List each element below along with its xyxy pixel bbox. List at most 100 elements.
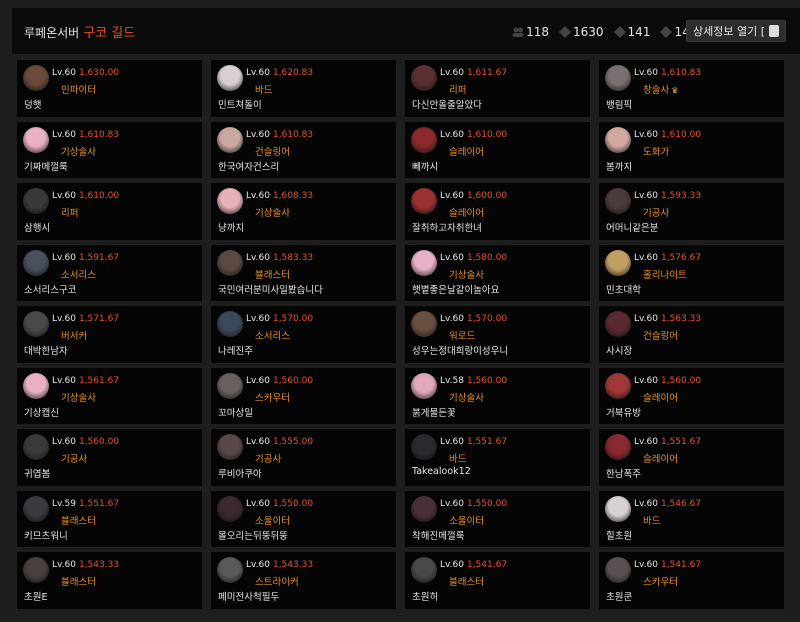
member-class: 블래스터: [449, 577, 484, 588]
member-card[interactable]: Lv.60 1,620.83 바드 민트쳐돌이: [211, 60, 396, 117]
member-card[interactable]: Lv.60 1,571.67 버서커 대박한남자: [17, 306, 202, 363]
member-card[interactable]: Lv.60 1,561.67 기상술사 기상캡신: [17, 367, 202, 424]
rank-icon: [660, 26, 673, 38]
member-card[interactable]: Lv.60 1,600.00 슬레이어 잘취하고자취한녀: [405, 183, 590, 240]
member-card[interactable]: Lv.60 1,591.67 소서리스 소서리스구코: [17, 244, 202, 301]
member-level: Lv.60: [634, 314, 658, 324]
class-line: 바드: [449, 451, 468, 465]
member-card[interactable]: Lv.60 1,551.67 바드 Takealook12: [405, 429, 590, 486]
member-card[interactable]: Lv.58 1,560.00 기상술사 붉게물든꽃: [405, 367, 590, 424]
member-level: Lv.60: [440, 129, 464, 140]
member-level: Lv.60: [246, 437, 270, 447]
class-line: 기상술사: [255, 205, 292, 219]
level-line: Lv.60 1,570.00: [440, 314, 507, 324]
member-card[interactable]: Lv.60 1,583.33 블래스터 국민여러분미사일봤습니다: [211, 244, 396, 301]
member-level: Lv.60: [440, 191, 464, 201]
member-level: Lv.60: [440, 314, 464, 324]
member-card[interactable]: Lv.60 1,610.83 건슬링어 한국여자건스리: [211, 121, 396, 178]
member-card[interactable]: Lv.60 1,576.67 홀리나이트 민초대학: [599, 244, 784, 301]
member-card[interactable]: Lv.60 1,610.83 기상술사 기짜메껄룩: [17, 121, 202, 178]
member-score: 1,610.00: [466, 129, 508, 140]
avatar: [411, 126, 437, 153]
avatar: [605, 434, 631, 460]
member-card[interactable]: Lv.59 1,551.67 블래스터 키므츠워니: [17, 490, 202, 547]
avatar: [605, 372, 631, 399]
class-line: 건슬링어: [643, 328, 680, 342]
member-card[interactable]: Lv.60 1,541.67 스카우터 초원쿤: [599, 552, 784, 609]
member-name: 초원E: [24, 592, 48, 603]
member-score: 1,610.83: [78, 129, 120, 140]
avatar: [605, 65, 631, 91]
member-card[interactable]: Lv.60 1,551.67 슬레이어 한남폭주: [599, 429, 784, 486]
member-level: Lv.60: [246, 191, 270, 201]
member-card[interactable]: Lv.60 1,550.00 소울이터 몰오리는뒤뚱뒤뚱: [211, 490, 396, 547]
member-score: 1,550.00: [272, 498, 314, 509]
avatar: [411, 249, 437, 276]
member-score: 1,551.67: [78, 498, 120, 509]
member-card[interactable]: Lv.60 1,560.00 기공사 귀엽봄: [17, 429, 202, 486]
member-class: 기상술사: [449, 392, 484, 404]
member-level: Lv.60: [440, 560, 464, 570]
member-card[interactable]: Lv.60 1,541.67 블래스터 초원히: [405, 552, 590, 609]
member-class: 건슬링어: [255, 146, 290, 158]
level-line: Lv.60 1,560.00: [52, 437, 119, 447]
avatar: [23, 311, 49, 337]
member-card[interactable]: Lv.60 1,546.67 바드 힐초원: [599, 490, 784, 547]
member-card[interactable]: Lv.60 1,550.00 소울이터 착해진메껄룩: [405, 490, 590, 547]
class-line: 스트라이커: [255, 574, 301, 588]
member-card[interactable]: Lv.60 1,580.00 기상술사 햇볕좋은날같이놀아요: [405, 244, 590, 301]
member-card[interactable]: Lv.60 1,543.33 블래스터 초원E: [17, 552, 202, 609]
member-card[interactable]: Lv.60 1,570.00 워로드성우는정대희랑이성우니: [405, 306, 590, 363]
avatar: [411, 557, 437, 583]
member-card[interactable]: Lv.60 1,560.00 슬레이어 거북유방: [599, 367, 784, 424]
level-line: Lv.60 1,591.67: [52, 253, 119, 263]
member-card[interactable]: Lv.60 1,563.33 건슬링어 사시장: [599, 306, 784, 363]
member-score: 1,561.67: [78, 375, 120, 386]
member-card[interactable]: Lv.60 1,570.00 소서리스 나레진주: [211, 306, 396, 363]
member-level: Lv.59: [52, 498, 76, 509]
avatar: [411, 188, 437, 214]
member-class: 도화가: [643, 146, 670, 158]
member-class: 기공사: [643, 208, 670, 219]
member-card[interactable]: Lv.60 1,610.00 슬레이어 빼까시: [405, 121, 590, 178]
level-line: Lv.60 1,610.83: [52, 130, 119, 140]
member-level: Lv.60: [440, 437, 464, 447]
member-level: Lv.60: [52, 314, 76, 324]
member-name: 페미전사척필두: [218, 592, 280, 603]
member-class: 기공사: [255, 454, 282, 465]
member-class: 기상술사: [255, 208, 290, 219]
member-card[interactable]: Lv.60 1,555.00 기공사 루비아쿠아: [211, 429, 396, 486]
member-card[interactable]: Lv.60 1,543.33 스트라이커 페미전사척필두: [211, 552, 396, 609]
member-card[interactable]: Lv.60 1,610.00 리퍼 삼행시: [17, 183, 202, 240]
member-class: 블래스터: [255, 269, 290, 281]
member-score: 1,571.67: [78, 314, 120, 324]
member-score: 1,551.67: [466, 437, 508, 447]
level-line: Lv.60 1,610.00: [52, 191, 119, 201]
member-card[interactable]: Lv.60 1,560.00 스카우터 꼬마상일: [211, 367, 396, 424]
member-card[interactable]: Lv.60 1,610.00 도화가 봄까지: [599, 121, 784, 178]
member-card[interactable]: Lv.60 1,611.67 리퍼 다신안올줄알았다: [405, 60, 590, 117]
member-name: 성우는정대희랑이성우니: [412, 346, 509, 357]
member-level: Lv.60: [246, 252, 270, 263]
class-line: 워로드: [449, 328, 477, 342]
level-line: Lv.60 1,611.67: [440, 68, 507, 78]
member-card[interactable]: Lv.60 1,608.33 기상술사 냥까지: [211, 183, 396, 240]
member-score: 1,620.83: [272, 68, 314, 78]
class-line: 스카우터: [643, 574, 680, 588]
member-class: 소서리스: [255, 331, 290, 342]
member-card[interactable]: Lv.60 1,630.00 인파이터 덩햇: [17, 60, 202, 117]
level-line: Lv.60 1,555.00: [246, 437, 313, 447]
member-score: 1,611.67: [466, 68, 508, 78]
avatar: [217, 249, 243, 276]
class-line: 홀리나이트: [643, 267, 689, 281]
member-level: Lv.60: [52, 560, 76, 570]
member-card[interactable]: Lv.60 1,610.83 창술사 ♛ 뱅림픽: [599, 60, 784, 117]
class-line: 기상술사: [449, 390, 486, 404]
member-score: 1,630.00: [78, 68, 120, 78]
member-name: 소서리스구코: [24, 284, 77, 296]
avatar: [23, 434, 49, 460]
member-card[interactable]: Lv.60 1,593.33 기공사 어머니같은분: [599, 183, 784, 240]
detail-open-button[interactable]: 상세정보 열기 [: [685, 20, 786, 42]
class-line: 블래스터: [61, 574, 98, 588]
class-line: 도화가: [643, 144, 671, 158]
